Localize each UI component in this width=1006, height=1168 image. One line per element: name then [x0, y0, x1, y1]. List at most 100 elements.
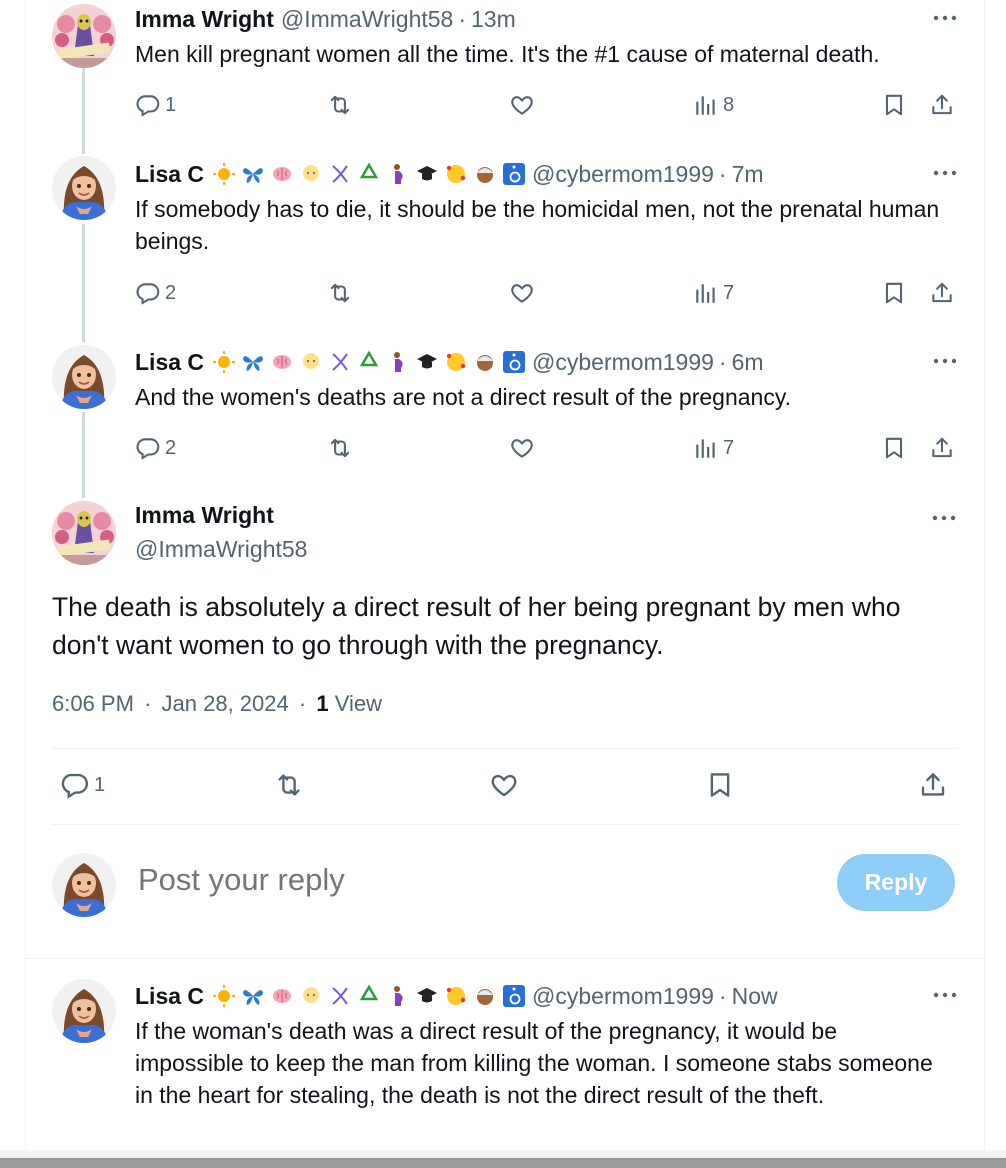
user-handle[interactable]: @cybermom1999	[532, 983, 714, 1010]
avatar[interactable]	[52, 4, 116, 68]
views-count: 1	[316, 691, 329, 716]
post-date[interactable]: Jan 28, 2024	[162, 691, 289, 716]
bookmark-icon	[881, 92, 907, 118]
recycle-emoji	[359, 162, 379, 179]
repost-button[interactable]	[327, 276, 353, 310]
share-icon	[918, 770, 948, 800]
bookmark-button[interactable]	[881, 88, 907, 122]
timestamp[interactable]: 13m	[471, 6, 516, 33]
views-label: View	[334, 691, 382, 716]
reply-count: 2	[165, 281, 177, 304]
avatar[interactable]	[52, 156, 116, 220]
main-post-text: The death is absolutely a direct result …	[52, 592, 901, 660]
reply-button[interactable]: 2	[135, 276, 176, 310]
user-handle[interactable]: @ImmaWright58	[135, 536, 307, 563]
brain-emoji	[273, 989, 292, 1003]
more-icon[interactable]	[932, 985, 958, 1005]
reply-submit-button[interactable]: Reply	[837, 854, 955, 911]
reply-button[interactable]: 2	[135, 431, 176, 465]
repost-button[interactable]	[274, 768, 304, 802]
views-button[interactable]: 7	[693, 276, 734, 310]
action-bar: 2 7	[135, 276, 957, 310]
share-button[interactable]	[918, 768, 948, 802]
like-button[interactable]	[509, 88, 535, 122]
brain-emoji	[273, 167, 292, 181]
reply-icon	[135, 92, 161, 118]
separator-dot: ·	[458, 5, 467, 32]
bookmark-button[interactable]	[881, 276, 907, 310]
separator-dot: ·	[718, 160, 727, 187]
more-icon[interactable]	[932, 163, 958, 183]
like-button[interactable]	[509, 431, 535, 465]
post-header: Lisa C @cybermom1999 · 7m	[135, 159, 764, 189]
like-button[interactable]	[509, 276, 535, 310]
user-handle[interactable]: @cybermom1999	[532, 161, 714, 188]
post-meta: 6:06 PM · Jan 28, 2024 · 1 View	[52, 691, 382, 717]
repost-button[interactable]	[327, 431, 353, 465]
graduation-cap-emoji	[417, 354, 438, 369]
avatar[interactable]	[52, 979, 116, 1043]
views-button[interactable]: 7	[693, 431, 734, 465]
window-bottom-bar	[0, 1158, 1006, 1168]
views-button[interactable]: 8	[693, 88, 734, 122]
bookmark-button[interactable]	[705, 768, 735, 802]
pregnant-woman-emoji	[394, 352, 403, 372]
display-name[interactable]: Lisa C	[135, 983, 204, 1010]
graduation-cap-emoji	[417, 988, 438, 1003]
post-text: If somebody has to die, it should be the…	[135, 196, 940, 254]
name-emoji-strip	[212, 162, 526, 186]
display-name[interactable]: Imma Wright	[135, 6, 274, 33]
display-name[interactable]: Lisa C	[135, 349, 204, 376]
reply-count: 1	[94, 773, 106, 796]
main-action-bar: 1	[52, 768, 958, 808]
more-icon[interactable]	[932, 8, 958, 28]
divider	[52, 824, 958, 825]
user-handle[interactable]: @cybermom1999	[532, 349, 714, 376]
views-icon	[693, 280, 719, 306]
reply-button[interactable]: 1	[60, 768, 105, 802]
user-handle[interactable]: @ImmaWright58	[281, 6, 453, 33]
post-time[interactable]: 6:06 PM	[52, 691, 134, 716]
thread-line	[82, 68, 85, 154]
share-button[interactable]	[929, 276, 955, 310]
name-emoji-strip	[212, 984, 526, 1008]
bookmark-icon	[881, 435, 907, 461]
wheelchair-symbol-emoji	[503, 163, 526, 185]
timestamp[interactable]: Now	[732, 983, 778, 1010]
display-name[interactable]: Lisa C	[135, 161, 204, 188]
reply-button[interactable]: 1	[135, 88, 176, 122]
action-bar: 2 7	[135, 431, 957, 465]
like-button[interactable]	[489, 768, 519, 802]
like-icon	[489, 770, 519, 800]
column-border-right	[984, 0, 985, 1168]
avatar	[52, 853, 116, 917]
thread-line	[82, 224, 85, 342]
more-icon[interactable]	[931, 508, 957, 528]
views-count: 8	[723, 93, 735, 116]
reply-input[interactable]	[138, 862, 738, 898]
reply-icon	[60, 770, 90, 800]
separator-dot: ·	[144, 691, 152, 716]
timestamp[interactable]: 6m	[732, 349, 764, 376]
bookmark-button[interactable]	[881, 431, 907, 465]
share-button[interactable]	[929, 431, 955, 465]
avatar[interactable]	[52, 501, 116, 565]
share-button[interactable]	[929, 88, 955, 122]
sun-emoji	[213, 163, 236, 185]
pregnant-woman-emoji	[394, 164, 403, 184]
avatar[interactable]	[52, 345, 116, 409]
older-person-emoji	[477, 167, 494, 183]
recycle-emoji	[359, 984, 379, 1001]
repost-button[interactable]	[327, 88, 353, 122]
bookmark-icon	[881, 280, 907, 306]
divider	[25, 958, 985, 959]
reply-count: 1	[165, 93, 177, 116]
dna-emoji	[332, 353, 348, 371]
share-icon	[929, 435, 955, 461]
more-icon[interactable]	[932, 351, 958, 371]
timestamp[interactable]: 7m	[732, 161, 764, 188]
repost-icon	[327, 280, 353, 306]
display-name[interactable]: Imma Wright	[135, 502, 274, 529]
smiling-hearts-emoji	[446, 987, 466, 1005]
graduation-cap-emoji	[417, 166, 438, 181]
